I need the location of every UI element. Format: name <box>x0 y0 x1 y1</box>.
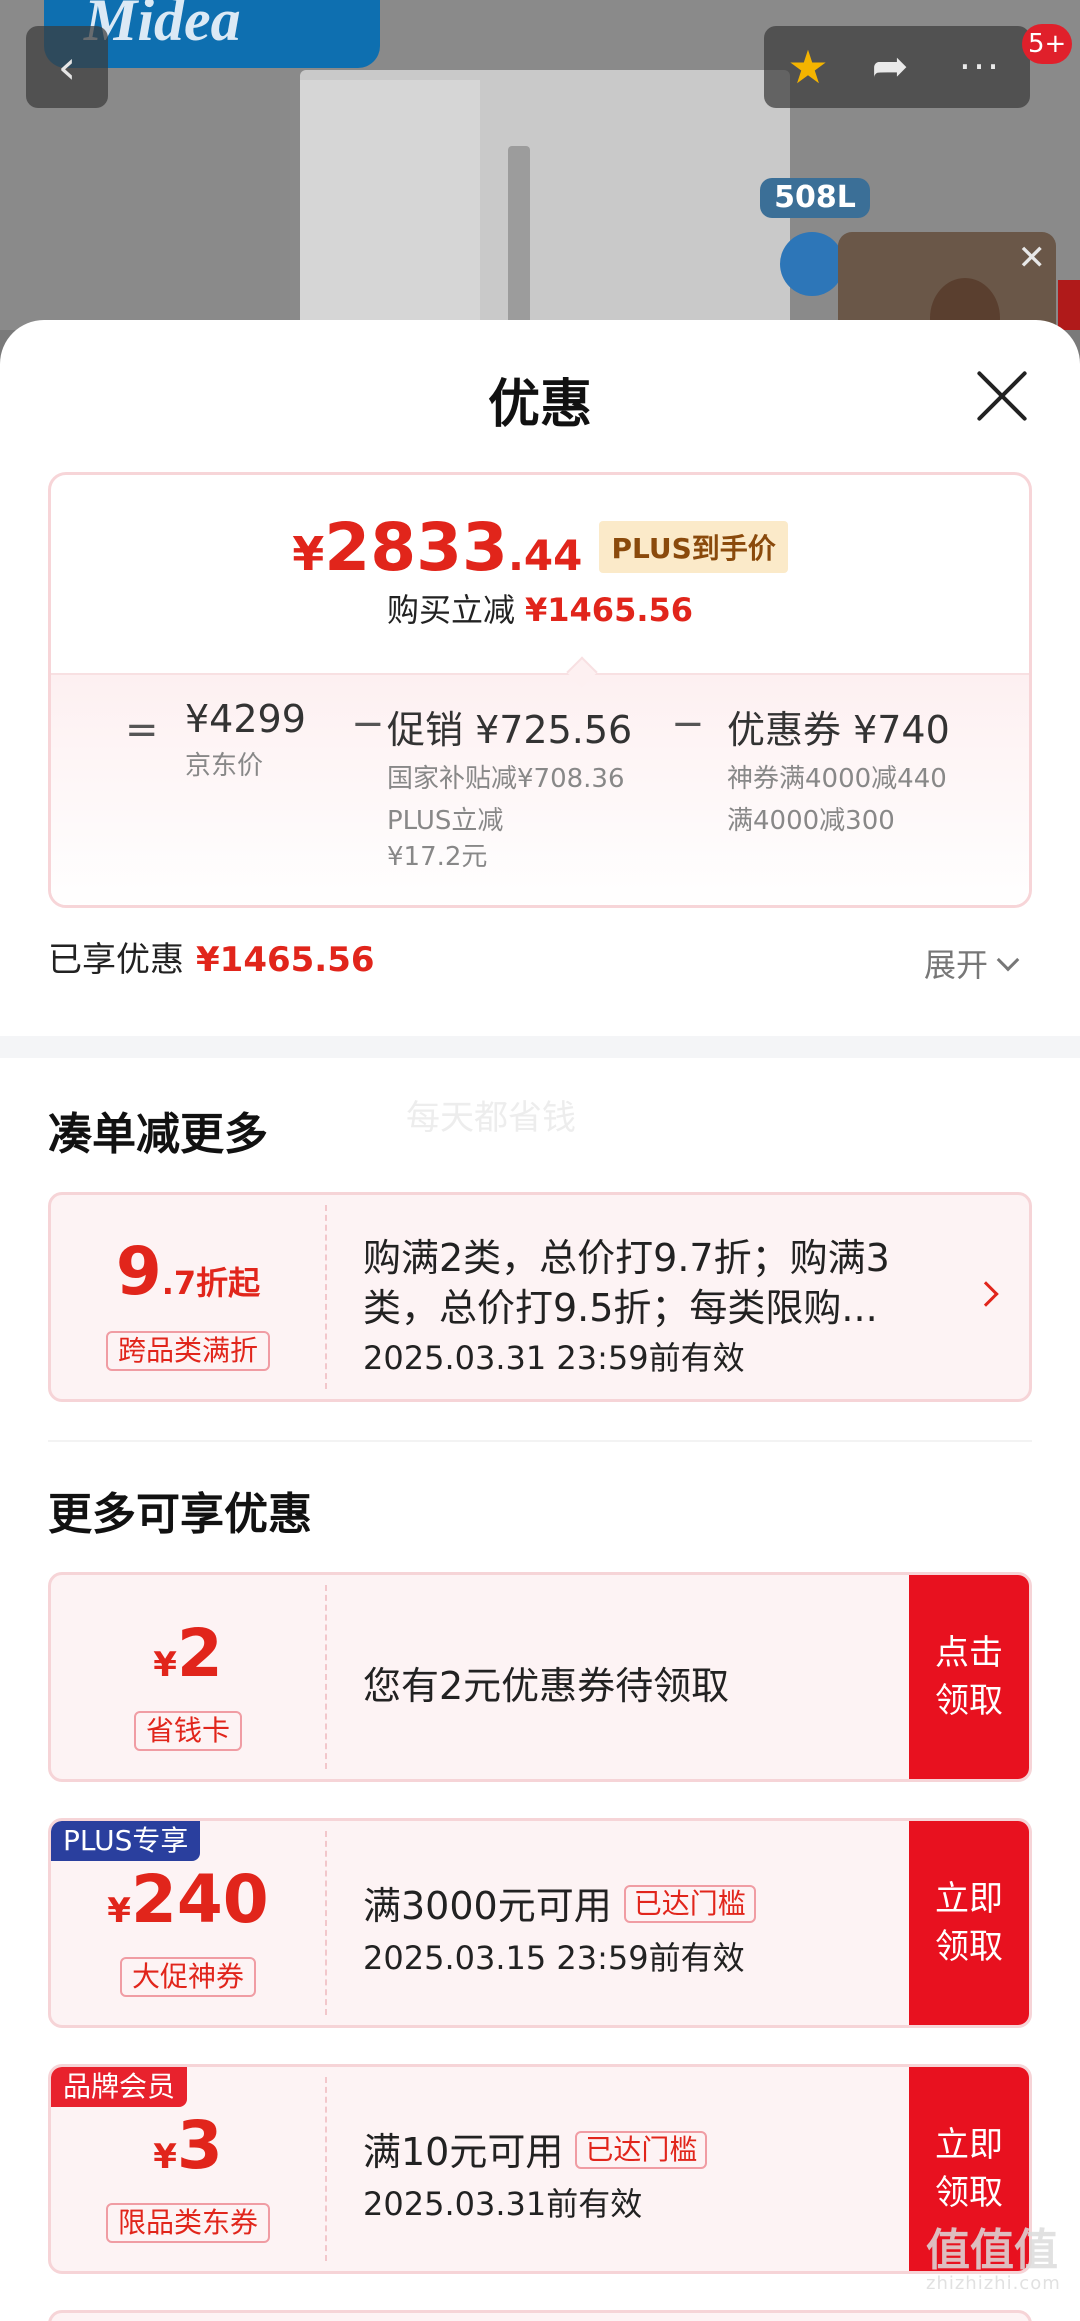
price-summary-card: ¥2833.44 PLUS到手价 购买立减 ¥1465.56 = ¥4299 京东… <box>48 472 1032 908</box>
final-price: ¥2833.44 PLUS到手价 <box>51 509 1029 586</box>
offer-description: 购满2类，总价打9.7折；购满3 <box>363 1236 890 1280</box>
jd-price-label: 京东价 <box>185 751 264 781</box>
offer-description: 类，总价打9.5折；每类限购... <box>363 1286 878 1330</box>
offer-validity: 2025.03.31 23:59前有效 <box>363 1339 745 1377</box>
brand-member-tag: 品牌会员 <box>51 2067 188 2107</box>
coupon-value: ¥240 <box>51 1861 325 1938</box>
chevron-down-icon <box>996 948 1020 972</box>
site-watermark-en: zhizhizhi.com <box>926 2273 1061 2294</box>
site-watermark: 值值值 zhizhizhi.com <box>926 2228 1061 2294</box>
claim-button[interactable]: 立即 领取 <box>909 1821 1029 2025</box>
promo-column: 促销 ¥725.56 国家补贴减¥708.36 PLUS立减 ¥17.2元 <box>387 699 632 874</box>
coupon-detail: 满4000减300 <box>727 806 895 836</box>
coupon-divider <box>325 1585 327 1769</box>
site-watermark-cn: 值值值 <box>926 2225 1058 2276</box>
discount-rate: 9 <box>115 1233 162 1310</box>
minus-sign: − <box>671 701 705 747</box>
claim-button[interactable]: 点击 领取 <box>909 1575 1029 1779</box>
more-section-title: 更多可享优惠 <box>48 1489 312 1540</box>
reduce-label: 购买立减 <box>386 591 515 629</box>
threshold-reached-badge: 已达门槛 <box>575 2131 708 2169</box>
coupon-divider <box>325 2077 327 2261</box>
plus-price-tag: PLUS到手价 <box>599 521 788 573</box>
watermark-text: 每天都省钱 <box>406 1098 576 1138</box>
capacity-badge: 508L <box>760 178 870 218</box>
promo-detail: ¥17.2元 <box>387 842 488 872</box>
divider-line <box>48 1440 1032 1442</box>
chevron-left-icon: ‹ <box>57 40 77 94</box>
share-icon[interactable]: ➦ <box>860 26 920 108</box>
currency-symbol: ¥ <box>153 2137 177 2177</box>
coupon-amount: 3 <box>176 2107 223 2184</box>
coupon-description: 您有2元优惠券待领取 <box>363 1664 730 1708</box>
sheet-title: 优惠 <box>487 375 592 435</box>
minus-sign: − <box>351 701 385 747</box>
coupon-card: ¥240 大促神券 PLUS专享 满3000元可用 已达门槛 2025.03.15… <box>48 1818 1032 2028</box>
coupon-amount: 240 <box>130 1861 269 1938</box>
enjoyed-label: 已享优惠 <box>48 940 184 980</box>
coupon-column: 优惠券 ¥740 神券满4000减440 满4000减300 <box>727 699 950 838</box>
coupon-divider <box>325 1831 327 2015</box>
coupon-type: 大促神券 <box>119 1957 257 1997</box>
discount-sheet: 优惠 ¥2833.44 PLUS到手价 购买立减 ¥1465.56 = ¥4299… <box>0 320 1080 2321</box>
close-button[interactable] <box>972 366 1032 426</box>
coupon-divider <box>325 1205 327 1389</box>
threshold-reached-badge: 已达门槛 <box>623 1885 756 1923</box>
side-banner <box>1058 280 1080 330</box>
coupon-value: 9.7折起 <box>51 1233 325 1310</box>
coupon-card: ¥3 限品类东券 品牌会员 满10元可用 已达门槛 2025.03.31前有效 立… <box>48 2064 1032 2274</box>
coupon-total: 优惠券 ¥740 <box>727 708 950 752</box>
product-image <box>300 70 790 330</box>
star-icon[interactable]: ★ <box>778 26 838 108</box>
bundle-section-title: 凑单减更多 <box>48 1109 268 1160</box>
jd-price-column: ¥4299 京东价 <box>185 697 306 783</box>
promo-detail: PLUS立减 <box>387 806 504 836</box>
bundle-offer-card[interactable]: 9.7折起 跨品类满折 购满2类，总价打9.7折；购满3 类，总价打9.5折；每… <box>48 1192 1032 1402</box>
coupon-value: ¥3 <box>51 2107 325 2184</box>
currency-symbol: ¥ <box>292 527 325 581</box>
price-integer: 2833 <box>324 509 508 586</box>
coupon-type: 省钱卡 <box>133 1711 243 1751</box>
back-button[interactable]: ‹ <box>26 26 108 108</box>
speaker-icon <box>780 232 844 296</box>
close-icon[interactable]: ✕ <box>1018 238 1047 278</box>
discount-rate-suffix: .7折起 <box>161 1264 261 1302</box>
more-icon[interactable]: ··· <box>950 26 1010 108</box>
enjoyed-amount: ¥1465.56 <box>196 940 375 980</box>
plus-exclusive-tag: PLUS专享 <box>51 1821 201 1861</box>
coupon-validity: 2025.03.31前有效 <box>363 2185 643 2223</box>
coupon-type: 跨品类满折 <box>105 1331 271 1371</box>
reduce-amount: ¥1465.56 <box>525 591 694 629</box>
jd-price: ¥4299 <box>185 697 306 741</box>
chevron-right-icon <box>973 1281 999 1307</box>
enjoyed-discount: 已享优惠 ¥1465.56 <box>48 932 375 981</box>
coupon-value-area: 9.7折起 跨品类满折 <box>51 1195 325 1399</box>
expand-label: 展开 <box>924 946 989 984</box>
coupon-detail: 神券满4000减440 <box>727 764 947 794</box>
fridge-door <box>300 80 480 330</box>
notification-badge: 5+ <box>1022 24 1073 64</box>
instant-reduction: 购买立减 ¥1465.56 <box>51 585 1029 631</box>
coupon-condition: 满3000元可用 已达门槛 <box>363 1875 756 1930</box>
promo-detail: 国家补贴减¥708.36 <box>387 764 625 794</box>
section-divider <box>0 1036 1080 1058</box>
equals-sign: = <box>125 707 159 753</box>
coupon-validity: 2025.03.15 23:59前有效 <box>363 1939 745 1977</box>
coupon-card-partial <box>48 2310 1032 2321</box>
coupon-value-area: ¥2 省钱卡 <box>51 1575 325 1779</box>
currency-symbol: ¥ <box>153 1645 177 1685</box>
coupon-value: ¥2 <box>51 1615 325 1692</box>
currency-symbol: ¥ <box>107 1891 131 1931</box>
coupon-amount: 2 <box>176 1615 223 1692</box>
coupon-condition-text: 满3000元可用 <box>363 1884 612 1928</box>
coupon-card: ¥2 省钱卡 您有2元优惠券待领取 点击 领取 <box>48 1572 1032 1782</box>
promo-total: 促销 ¥725.56 <box>387 708 633 752</box>
coupon-condition: 满10元可用 已达门槛 <box>363 2121 708 2176</box>
coupon-condition-text: 满10元可用 <box>363 2130 564 2174</box>
fridge-control-panel <box>508 146 530 330</box>
price-decimal: .44 <box>507 531 583 580</box>
coupon-type: 限品类东券 <box>105 2203 271 2243</box>
expand-button[interactable]: 展开 <box>924 940 1020 986</box>
top-actions: ★ ➦ ··· <box>764 26 1030 108</box>
